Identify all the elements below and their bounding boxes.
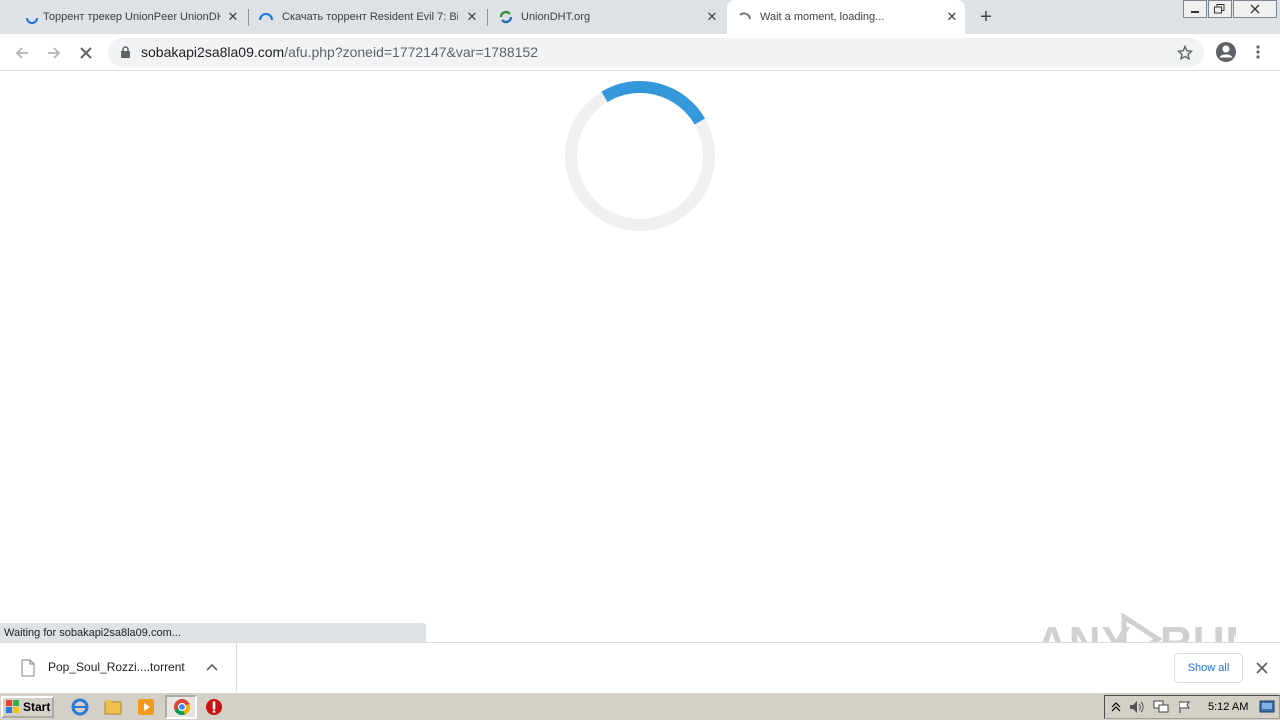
arrow-right-icon (48, 47, 61, 59)
address-bar[interactable]: sobakapi2sa8la09.com/afu.php?zoneid=1772… (108, 38, 1204, 67)
show-desktop-icon[interactable] (1259, 700, 1275, 714)
internet-explorer-icon[interactable] (70, 697, 90, 717)
chrome-taskbar-button[interactable] (165, 695, 197, 719)
status-bubble: Waiting for sobakapi2sa8la09.com... (0, 623, 426, 642)
loading-spinner (565, 81, 715, 231)
new-tab-button[interactable]: + (975, 6, 997, 28)
file-icon (21, 659, 35, 677)
url-text[interactable]: sobakapi2sa8la09.com/afu.php?zoneid=1772… (141, 44, 538, 60)
close-icon[interactable]: ✕ (705, 9, 719, 24)
loading-spinner-icon (259, 13, 273, 21)
restore-icon (1214, 4, 1225, 14)
arrow-left-icon (15, 47, 28, 59)
download-item[interactable]: Pop_Soul_Rozzi....torrent (0, 643, 237, 692)
close-icon[interactable] (1256, 662, 1268, 674)
tab-uniondht[interactable]: UnionDHT.org ✕ (488, 0, 725, 34)
close-icon[interactable]: ✕ (465, 9, 479, 24)
tab-title: Торрент трекер UnionPeer UnionDHT (43, 11, 221, 23)
url-path: /afu.php?zoneid=1772147&var=1788152 (284, 44, 539, 60)
loading-spinner-icon (739, 12, 751, 20)
stop-x-icon (80, 47, 92, 59)
chrome-icon (174, 699, 191, 716)
tab-strip: Торрент трекер UnionPeer UnionDHT ✕ Скач… (0, 0, 1280, 34)
download-shelf: Pop_Soul_Rozzi....torrent Show all (0, 642, 1280, 692)
url-domain: sobakapi2sa8la09.com (141, 44, 285, 60)
tab-title: Wait a moment, loading... (760, 11, 885, 23)
action-center-flag-icon[interactable] (1178, 700, 1192, 714)
opera-stop-icon[interactable] (204, 697, 224, 717)
more-vert-icon[interactable] (1252, 44, 1264, 60)
tab-resident-evil[interactable]: Скачать торрент Resident Evil 7: Biohaza… (249, 0, 485, 34)
download-filename: Pop_Soul_Rozzi....torrent (48, 660, 185, 674)
uniondht-favicon (499, 10, 513, 24)
folder-icon[interactable] (103, 697, 123, 717)
show-all-button[interactable]: Show all (1174, 653, 1243, 683)
profile-icon[interactable] (1215, 41, 1237, 63)
close-icon[interactable]: ✕ (945, 9, 959, 24)
start-label: Start (23, 700, 51, 714)
forward-button[interactable] (41, 40, 67, 66)
close-icon (1250, 4, 1260, 14)
chevron-up-icon[interactable] (206, 662, 218, 672)
back-button[interactable] (9, 40, 35, 66)
lock-icon (121, 46, 130, 58)
minimize-button[interactable] (1183, 0, 1207, 18)
tab-title: UnionDHT.org (521, 11, 591, 23)
network-icon[interactable] (1153, 700, 1169, 714)
window-close-button[interactable] (1233, 0, 1277, 18)
start-button[interactable]: Start (1, 696, 54, 718)
minimize-icon (1191, 11, 1199, 13)
tab-title: Скачать торрент Resident Evil 7: Biohaza… (282, 11, 458, 23)
star-icon[interactable] (1177, 45, 1193, 61)
restore-button[interactable] (1208, 0, 1232, 18)
windows-logo-icon (6, 700, 19, 713)
loading-spinner-icon (26, 17, 38, 24)
chevron-up-icon[interactable] (1111, 701, 1121, 713)
tab-torrent-tracker[interactable]: Торрент трекер UnionPeer UnionDHT ✕ (8, 0, 246, 34)
page-content: ANY RUN Waiting for sobakapi2sa8la09.com… (0, 71, 1280, 667)
media-player-icon[interactable] (136, 697, 156, 717)
tab-wait-moment[interactable]: Wait a moment, loading... ✕ (727, 0, 965, 34)
clock: 5:12 AM (1208, 701, 1249, 713)
taskbar: Start 5:12 AM (0, 692, 1280, 720)
close-icon[interactable]: ✕ (226, 9, 240, 24)
stop-button[interactable] (73, 40, 99, 66)
spinner-arc (601, 81, 705, 125)
system-tray: 5:12 AM (1104, 695, 1280, 719)
volume-icon[interactable] (1129, 700, 1145, 714)
browser-toolbar: sobakapi2sa8la09.com/afu.php?zoneid=1772… (0, 34, 1280, 71)
